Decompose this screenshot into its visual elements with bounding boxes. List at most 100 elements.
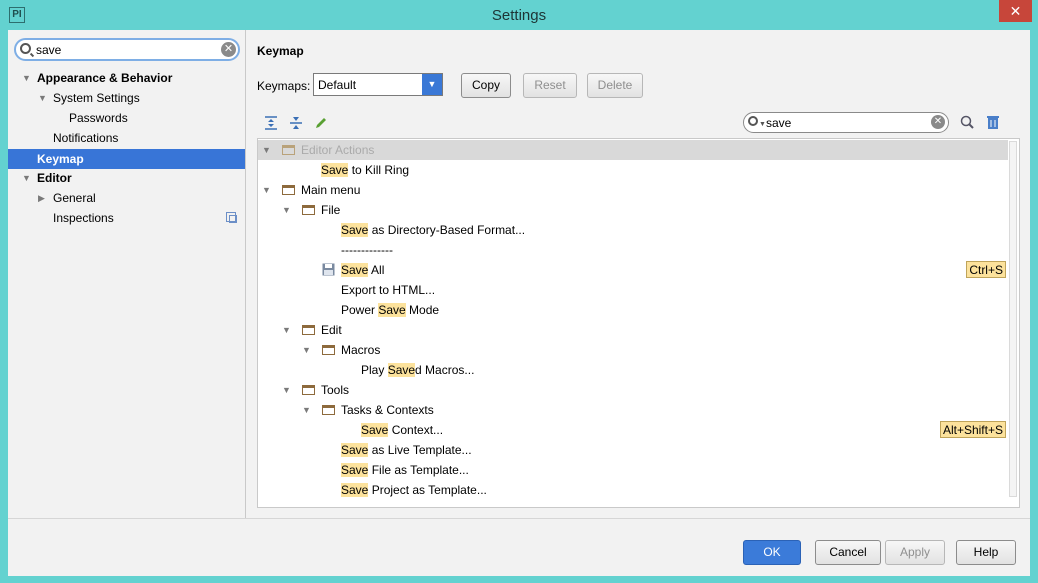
sidebar-item-label: Notifications [53, 131, 119, 145]
search-history-icon[interactable]: ▼ [759, 121, 766, 128]
sidebar-item-label: Passwords [69, 111, 128, 125]
copy-page-icon [226, 212, 237, 223]
expand-arrow-icon[interactable]: ▼ [38, 88, 48, 108]
sidebar-item-label: Keymap [37, 152, 84, 166]
help-button[interactable]: Help [956, 540, 1016, 565]
sidebar-item-appearance-behavior[interactable]: ▼ Appearance & Behavior [8, 68, 245, 88]
tree-row-label: ------------- [341, 243, 393, 257]
tree-row-save-all[interactable]: Save All Ctrl+S [258, 260, 1008, 280]
tree-row-save-dir-based[interactable]: Save as Directory-Based Format... [258, 220, 1008, 240]
expand-arrow-icon[interactable]: ▼ [282, 380, 291, 400]
expand-arrow-icon[interactable]: ▼ [262, 140, 271, 160]
settings-window: PI Settings ✕ ✕ ▼ Appearance & Behavior … [0, 0, 1038, 583]
folder-icon [282, 185, 295, 195]
expand-arrow-icon[interactable]: ▼ [282, 200, 291, 220]
trash-icon[interactable] [985, 114, 1001, 130]
window-title: Settings [491, 7, 547, 24]
tree-row-label: Save File as Template... [341, 463, 469, 477]
apply-button[interactable]: Apply [885, 540, 945, 565]
copy-button[interactable]: Copy [461, 73, 511, 98]
tree-row-play-saved-macros[interactable]: Play Saved Macros... [258, 360, 1008, 380]
title-bar[interactable]: PI Settings ✕ [0, 0, 1038, 30]
dialog-content: ✕ ▼ Appearance & Behavior ▼ System Setti… [8, 30, 1030, 576]
floppy-save-icon [322, 263, 335, 276]
keymap-actions-tree[interactable]: ▼ Editor Actions Save to Kill Ring ▼ Mai… [257, 138, 1020, 508]
collapsed-arrow-icon[interactable]: ▶ [38, 188, 48, 208]
sidebar-item-inspections[interactable]: Inspections [8, 208, 245, 228]
tree-row-label: File [321, 203, 341, 217]
tree-row-label: Save as Directory-Based Format... [341, 223, 526, 237]
tree-row-save-file-template[interactable]: Save File as Template... [258, 460, 1008, 480]
tree-row-label: Save as Live Template... [341, 443, 472, 457]
tree-row-export-html[interactable]: Export to HTML... [258, 280, 1008, 300]
tree-row-editor-actions[interactable]: ▼ Editor Actions [258, 140, 1008, 160]
tree-row-save-to-kill-ring[interactable]: Save to Kill Ring [258, 160, 1008, 180]
tree-row-power-save-mode[interactable]: Power Save Mode [258, 300, 1008, 320]
folder-icon [322, 345, 335, 355]
expand-arrow-icon[interactable]: ▼ [22, 168, 32, 188]
cancel-button[interactable]: Cancel [815, 540, 881, 565]
tree-row-label: Save Context... [361, 423, 444, 437]
tree-row-file[interactable]: ▼ File [258, 200, 1008, 220]
sidebar-item-notifications[interactable]: Notifications [8, 128, 245, 148]
expand-arrow-icon[interactable]: ▼ [282, 320, 291, 340]
expand-arrow-icon[interactable]: ▼ [302, 400, 311, 420]
keymap-select-value: Default [318, 78, 357, 92]
tree-row-save-live-template[interactable]: Save as Live Template... [258, 440, 1008, 460]
tree-row-save-context[interactable]: Save Context... Alt+Shift+S [258, 420, 1008, 440]
collapse-all-icon[interactable] [288, 115, 304, 131]
settings-search-input[interactable] [36, 42, 216, 58]
keymaps-label: Keymaps: [257, 79, 311, 93]
tree-row-label: Macros [341, 343, 381, 357]
clear-filter-icon[interactable]: ✕ [931, 115, 945, 129]
sidebar-item-label: Editor [37, 171, 72, 185]
tree-row-macros[interactable]: ▼ Macros [258, 340, 1008, 360]
dialog-footer: OK Cancel Apply Help [8, 518, 1030, 576]
expand-arrow-icon[interactable]: ▼ [262, 180, 271, 200]
settings-search[interactable]: ✕ [14, 38, 240, 61]
search-icon [748, 116, 758, 126]
folder-icon [302, 385, 315, 395]
tree-row-label: Save to Kill Ring [321, 163, 410, 177]
keymap-filter[interactable]: ▼ ✕ [743, 112, 949, 133]
sidebar-item-general[interactable]: ▶ General [8, 188, 245, 208]
ok-button[interactable]: OK [743, 540, 801, 565]
tree-row-tasks-contexts[interactable]: ▼ Tasks & Contexts [258, 400, 1008, 420]
delete-button[interactable]: Delete [587, 73, 643, 98]
reset-button[interactable]: Reset [523, 73, 577, 98]
tree-row-label: Tools [321, 383, 350, 397]
close-window-button[interactable]: ✕ [999, 0, 1032, 22]
expand-arrow-icon[interactable]: ▼ [22, 68, 32, 88]
clear-search-icon[interactable]: ✕ [221, 42, 236, 57]
folder-icon [282, 145, 295, 155]
tree-row-label: Editor Actions [301, 143, 375, 157]
keymap-panel: Keymap Keymaps: Default ▼ Copy Reset Del… [247, 30, 1030, 518]
sidebar-item-label: Inspections [53, 211, 114, 225]
tree-row-label: Tasks & Contexts [341, 403, 434, 417]
tree-row-separator: ------------- [258, 240, 1008, 260]
sidebar-item-keymap[interactable]: Keymap [8, 149, 245, 169]
chevron-down-icon[interactable]: ▼ [422, 74, 442, 95]
expand-all-icon[interactable] [263, 115, 279, 131]
page-title: Keymap [257, 44, 304, 58]
expand-arrow-icon[interactable]: ▼ [302, 340, 311, 360]
tree-row-main-menu[interactable]: ▼ Main menu [258, 180, 1008, 200]
tree-scrollbar[interactable] [1009, 141, 1017, 497]
search-icon [20, 43, 31, 54]
tree-row-edit[interactable]: ▼ Edit [258, 320, 1008, 340]
find-shortcut-icon[interactable] [959, 114, 975, 130]
tree-row-label: Play Saved Macros... [361, 363, 475, 377]
sidebar-item-label: General [53, 191, 96, 205]
sidebar-item-editor[interactable]: ▼ Editor [8, 168, 245, 188]
keymap-filter-input[interactable] [766, 115, 916, 130]
edit-pencil-icon[interactable] [313, 115, 329, 131]
sidebar-item-passwords[interactable]: Passwords [8, 108, 245, 128]
sidebar-item-system-settings[interactable]: ▼ System Settings [8, 88, 245, 108]
sidebar-item-label: Appearance & Behavior [37, 71, 173, 85]
tree-row-tools[interactable]: ▼ Tools [258, 380, 1008, 400]
tree-row-label: Save All [341, 263, 385, 277]
shortcut-badge: Ctrl+S [966, 261, 1006, 278]
tree-row-save-project-template[interactable]: Save Project as Template... [258, 480, 1008, 500]
keymap-select[interactable]: Default ▼ [313, 73, 443, 96]
tree-row-label: Power Save Mode [341, 303, 440, 317]
